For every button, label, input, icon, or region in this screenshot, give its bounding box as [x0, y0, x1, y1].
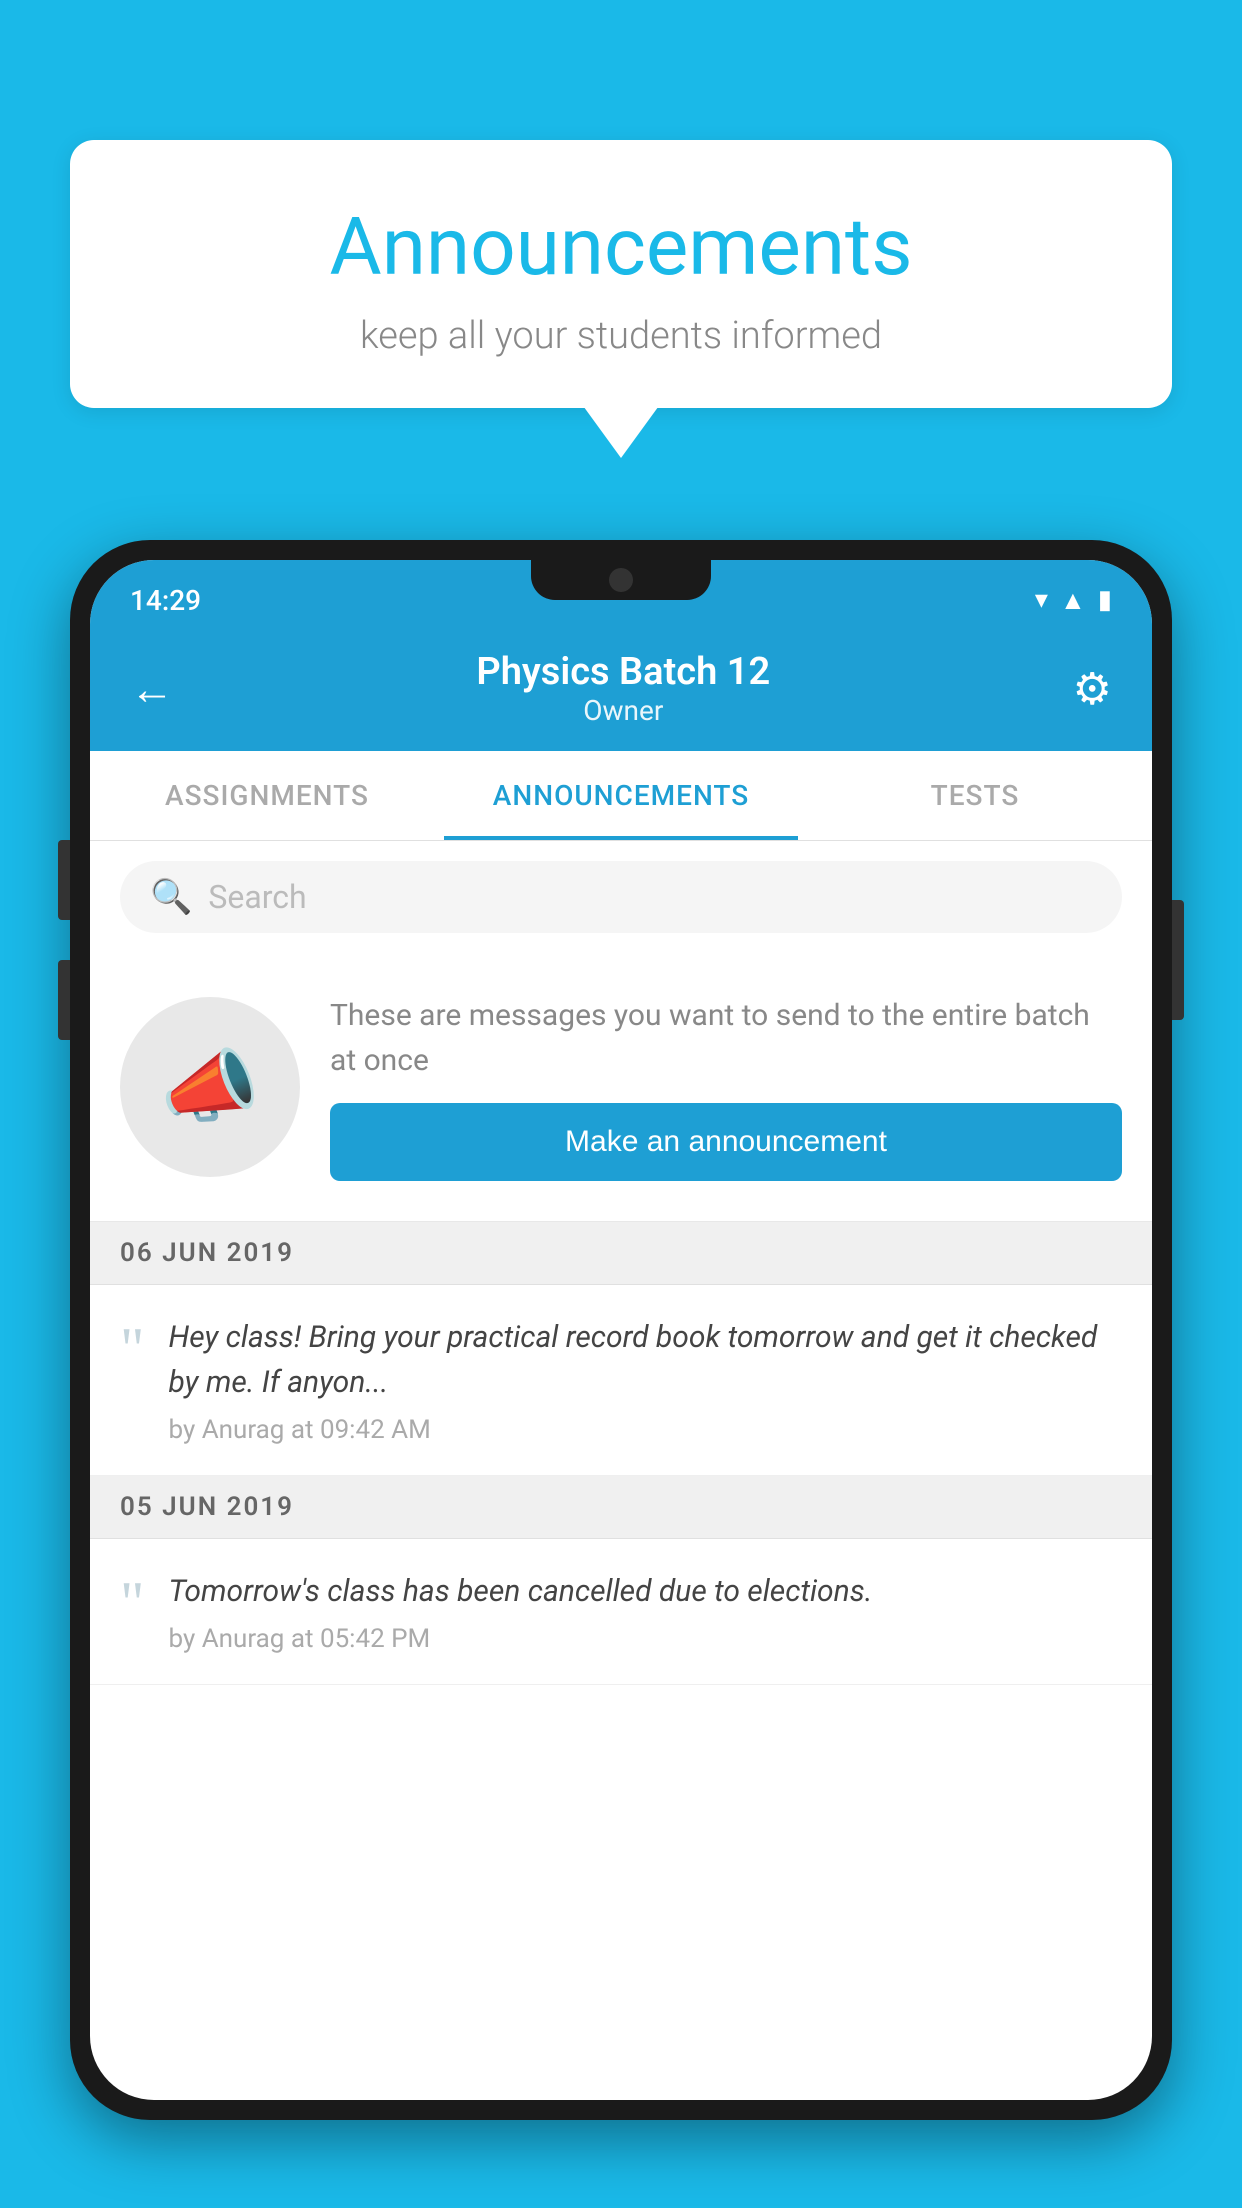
- quote-icon-2: ": [120, 1573, 145, 1633]
- announcement-item-2: " Tomorrow's class has been cancelled du…: [90, 1539, 1152, 1685]
- announcement-prompt: 📣 These are messages you want to send to…: [90, 953, 1152, 1222]
- header-title-area: Physics Batch 12 Owner: [174, 650, 1073, 727]
- status-icons: ▾ ▲ ▮: [1035, 585, 1112, 616]
- settings-icon[interactable]: ⚙: [1073, 663, 1112, 715]
- volume-down-button: [58, 960, 70, 1040]
- tab-assignments[interactable]: ASSIGNMENTS: [90, 751, 444, 840]
- signal-icon: ▲: [1060, 585, 1086, 616]
- date-separator-1: 06 JUN 2019: [90, 1222, 1152, 1285]
- quote-icon: ": [120, 1319, 145, 1379]
- phone-mockup: 14:29 ▾ ▲ ▮ ← Physics Batch 12 Owner ⚙: [70, 540, 1172, 2208]
- hero-section: Announcements keep all your students inf…: [70, 140, 1172, 408]
- tab-announcements[interactable]: ANNOUNCEMENTS: [444, 751, 798, 840]
- batch-role: Owner: [174, 694, 1073, 727]
- power-button: [1172, 900, 1184, 1020]
- wifi-icon: ▾: [1035, 585, 1048, 615]
- announcement-content-1: Hey class! Bring your practical record b…: [169, 1315, 1123, 1445]
- announcement-meta-2: by Anurag at 05:42 PM: [169, 1624, 1123, 1654]
- tab-tests[interactable]: TESTS: [798, 751, 1152, 840]
- search-icon: 🔍: [150, 877, 192, 917]
- announcement-text-2: Tomorrow's class has been cancelled due …: [169, 1569, 1123, 1614]
- announcement-icon-circle: 📣: [120, 997, 300, 1177]
- volume-up-button: [58, 840, 70, 920]
- hero-subtitle: keep all your students informed: [130, 314, 1112, 358]
- phone-screen: 14:29 ▾ ▲ ▮ ← Physics Batch 12 Owner ⚙: [90, 560, 1152, 2100]
- announcement-right: These are messages you want to send to t…: [330, 993, 1122, 1181]
- announcement-item-1: " Hey class! Bring your practical record…: [90, 1285, 1152, 1476]
- batch-title: Physics Batch 12: [174, 650, 1073, 694]
- search-input-wrap[interactable]: 🔍 Search: [120, 861, 1122, 933]
- date-separator-2: 05 JUN 2019: [90, 1476, 1152, 1539]
- search-container: 🔍 Search: [90, 841, 1152, 953]
- announcement-content-2: Tomorrow's class has been cancelled due …: [169, 1569, 1123, 1654]
- back-button[interactable]: ←: [130, 663, 174, 715]
- announcement-description: These are messages you want to send to t…: [330, 993, 1122, 1083]
- search-placeholder: Search: [208, 878, 306, 916]
- hero-title: Announcements: [130, 200, 1112, 294]
- announcement-text-1: Hey class! Bring your practical record b…: [169, 1315, 1123, 1405]
- make-announcement-button[interactable]: Make an announcement: [330, 1103, 1122, 1181]
- tabs-bar: ASSIGNMENTS ANNOUNCEMENTS TESTS: [90, 751, 1152, 841]
- battery-icon: ▮: [1098, 585, 1112, 615]
- phone-camera: [609, 568, 633, 592]
- phone-body: 14:29 ▾ ▲ ▮ ← Physics Batch 12 Owner ⚙: [70, 540, 1172, 2120]
- megaphone-icon: 📣: [160, 1040, 260, 1134]
- app-header: ← Physics Batch 12 Owner ⚙: [90, 630, 1152, 751]
- status-time: 14:29: [130, 584, 201, 617]
- speech-bubble-card: Announcements keep all your students inf…: [70, 140, 1172, 408]
- announcement-meta-1: by Anurag at 09:42 AM: [169, 1415, 1123, 1445]
